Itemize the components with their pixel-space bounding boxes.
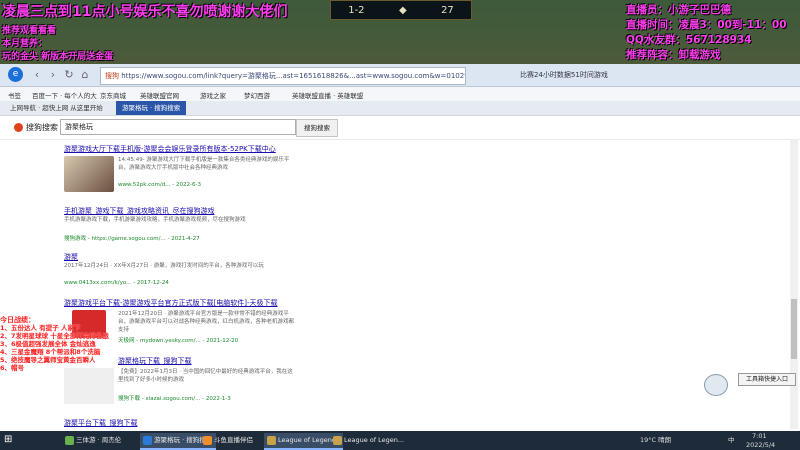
browser-logo-icon: e xyxy=(8,67,23,82)
result-title[interactable]: 游聚 xyxy=(64,252,78,262)
shield-icon: ◆ xyxy=(398,4,407,16)
address-url: https://www.sogou.com/link?query=游聚格玩...… xyxy=(121,72,465,80)
result-title[interactable]: 游聚游戏平台下载-游聚游戏平台官方正式版下载[电脑软件]-天极下载 xyxy=(64,298,278,308)
game-scoreboard: 1-2 ◆ 27 xyxy=(330,0,472,20)
clock-date[interactable]: 2022/5/4 xyxy=(746,441,775,449)
app-icon xyxy=(203,436,212,445)
home-icon[interactable]: ⌂ xyxy=(78,68,92,82)
result-title[interactable]: 游聚游戏大厅下载手机版-游聚会会娱乐登录所有版本-52PK下载中心 xyxy=(64,144,276,154)
bookmark-item[interactable]: 英雄联盟直播 · 英雄联盟 xyxy=(292,90,363,100)
result-url[interactable]: 搜狗游戏 - https://game.sogou.com/... - 2021… xyxy=(64,234,200,242)
sogou-logo-text: 搜狗搜索 xyxy=(26,123,58,132)
tab-search[interactable]: 游聚格玩 · 搜狗搜索 xyxy=(116,101,187,115)
app-icon xyxy=(333,436,342,445)
browser-news-ticker[interactable]: 比赛24小时数据51时间游戏 xyxy=(520,70,608,80)
result-url[interactable]: 搜狗下载 - xiazai.sogou.com/... - 2022-1-3 xyxy=(118,394,231,402)
windows-start-icon[interactable]: ⊞ xyxy=(4,434,16,446)
forward-icon[interactable]: › xyxy=(46,68,60,82)
toolbox-button[interactable]: 工具箱快捷入口 xyxy=(738,373,796,386)
tab-strip: 上网导航 · 超快上网 从这里开始 游聚格玩 · 搜狗搜索 xyxy=(0,101,800,116)
overlay-left-line3: 玩的金尖 新版本开局送金蛋 xyxy=(2,52,114,62)
avatar[interactable] xyxy=(704,374,728,396)
result-url[interactable]: www.52pk.com/d... - 2022-6-3 xyxy=(118,182,201,188)
result-title[interactable]: 手机游聚_游戏下载_游戏攻略资讯_尽在搜狗游戏 xyxy=(64,206,215,216)
back-icon[interactable]: ‹ xyxy=(30,68,44,82)
taskbar-item[interactable]: League of Legen... xyxy=(330,433,408,448)
result-desc: 手机游聚游戏下载，手机游聚游戏攻略，手机游聚游戏视频，尽在搜狗游戏 xyxy=(64,217,246,223)
daily-item: 5、绝技魔导之翼师宝黄金百瞬人 xyxy=(0,356,96,364)
daily-item: 6、帽号 xyxy=(0,364,25,372)
bookmark-item[interactable]: 梦幻西游 xyxy=(244,90,270,100)
bookmark-item[interactable]: 百度一下 · 每个人的大 xyxy=(32,90,97,100)
refresh-icon[interactable]: ↻ xyxy=(62,68,76,82)
address-bar[interactable]: 搜狗 https://www.sogou.com/link?query=游聚格玩… xyxy=(100,67,466,85)
result-desc: 14:45:49- 游聚游戏大厅下载手机版是一款集合各类经典游戏的娱乐平台，游聚… xyxy=(118,157,290,171)
browser-titlebar: e ‹ › ↻ ⌂ 搜狗 https://www.sogou.com/link?… xyxy=(0,64,800,87)
overlay-left-line1: 推荐观看看看 xyxy=(2,26,57,36)
result-desc: 【免费】2022年1月3日 · 当中国的回忆中最好的经典游戏平台，我在这里找到了… xyxy=(118,369,293,383)
search-button[interactable]: 搜狗搜索 xyxy=(296,119,338,137)
taskbar: ⊞ 三体游 · 周杰伦 游聚格玩 · 搜狗搜索 斗鱼直播伴侣 League of… xyxy=(0,431,800,450)
bookmark-item[interactable]: 京东商城 xyxy=(100,90,126,100)
sogou-logo-icon xyxy=(14,123,23,132)
daily-header: 今日战绩： xyxy=(0,316,35,324)
daily-item: 3、6极值超强发展全体 金灿逃逸 xyxy=(0,340,96,348)
search-header: 搜狗搜索 游聚格玩 搜狗搜索 xyxy=(0,115,800,140)
daily-item: 4、三星金魔翔 8个帮派和8个洗脑 xyxy=(0,348,101,356)
daily-item: 2、7发明星球球 十星全部打完排名战 xyxy=(0,332,109,340)
overlay-right-line2: 直播时间：凌晨3：00到-11：00 xyxy=(626,19,787,31)
daily-record-overlay: 今日战绩： 1、五份达人 有提子 人家下 2、7发明星球球 十星全部打完排名战 … xyxy=(0,316,118,372)
overlay-left-title: 凌晨三点到11点小号娱乐不喜勿喷谢谢大佬们 xyxy=(2,4,288,20)
result-desc: 2021年12月20日 · 游聚游戏平台官方版是一款非常不错的经典游戏平台，游聚… xyxy=(118,311,295,333)
result-title[interactable]: 游聚平台下载_搜狗下载 xyxy=(64,418,138,428)
app-icon xyxy=(65,436,74,445)
result-url[interactable]: www.0413xx.com/k/yo... - 2017-12-24 xyxy=(64,280,169,286)
overlay-right-line1: 直播员：小游子巴巴德 xyxy=(626,4,731,16)
tab-navigation[interactable]: 上网导航 · 超快上网 从这里开始 xyxy=(4,101,109,115)
bookmark-item[interactable]: 游戏之家 xyxy=(200,90,226,100)
bookmark-item[interactable]: 书签 xyxy=(8,90,21,100)
taskbar-item-label: League of Legen... xyxy=(344,436,405,444)
taskbar-item[interactable]: 斗鱼直播伴侣 xyxy=(200,433,257,448)
scrollbar-thumb[interactable] xyxy=(791,299,797,359)
daily-item: 1、五份达人 有提子 人家下 xyxy=(0,324,81,332)
result-thumbnail[interactable] xyxy=(64,156,114,192)
taskbar-item-label: 三体游 · 周杰伦 xyxy=(76,436,122,444)
timer-text: 27 xyxy=(441,4,454,16)
address-prefix: 搜狗 xyxy=(105,72,119,80)
overlay-right-line3: QQ水友群：567128934 xyxy=(626,34,752,46)
bookmarks-bar: 书签 百度一下 · 每个人的大 京东商城 英雄联盟官网 游戏之家 梦幻西游 英雄… xyxy=(0,87,800,102)
browser-window: e ‹ › ↻ ⌂ 搜狗 https://www.sogou.com/link?… xyxy=(0,64,800,431)
overlay-right-line4: 推荐阵容：卸载游戏 xyxy=(626,49,721,61)
result-desc: 2017年12月24日 · XX年X月27日 · 游聚，游戏打发时间的平台，各种… xyxy=(64,263,264,269)
search-input[interactable]: 游聚格玩 xyxy=(60,119,296,135)
result-thumbnail[interactable] xyxy=(64,368,114,404)
input-language[interactable]: 中 xyxy=(728,434,735,444)
sogou-logo[interactable]: 搜狗搜索 xyxy=(14,122,58,133)
app-icon xyxy=(143,436,152,445)
clock-time[interactable]: 7:01 xyxy=(752,432,767,440)
taskbar-item[interactable]: 三体游 · 周杰伦 xyxy=(62,433,125,448)
bookmark-item[interactable]: 英雄联盟官网 xyxy=(140,90,179,100)
weather-text[interactable]: 19°C 晴朗 xyxy=(640,434,671,444)
result-title[interactable]: 游聚格玩下载_搜狗下载 xyxy=(118,356,192,366)
app-icon xyxy=(267,436,276,445)
overlay-left-line2: 本月营养： xyxy=(2,39,48,49)
taskbar-item-label: 斗鱼直播伴侣 xyxy=(214,436,253,444)
result-url[interactable]: 天极网 - mydown.yesky.com/... - 2021-12-20 xyxy=(118,336,238,344)
score-text: 1-2 xyxy=(348,4,365,16)
